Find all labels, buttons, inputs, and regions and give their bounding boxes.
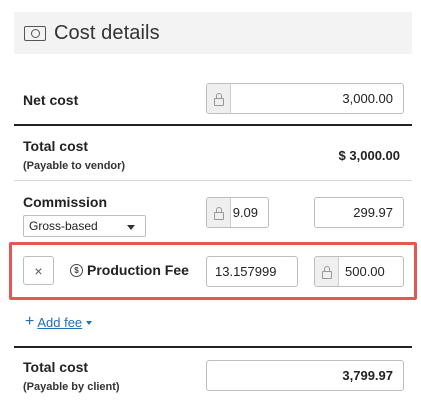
total-cost-client-value: 3,799.97: [342, 368, 393, 383]
close-icon: ×: [34, 262, 43, 279]
divider: [14, 180, 412, 181]
lock-addon: [207, 198, 231, 227]
lock-icon: [213, 93, 224, 106]
divider: [14, 346, 412, 348]
dollar-circle-icon: $: [70, 263, 83, 277]
panel-title: Cost details: [54, 21, 160, 44]
lock-addon: [315, 257, 339, 286]
cost-details-header: Cost details: [14, 12, 412, 54]
fee-amount-field[interactable]: 500.00: [314, 256, 404, 287]
commission-label: Commission: [23, 194, 108, 210]
caret-down-icon: [86, 321, 93, 325]
total-cost-client-label: Total cost: [23, 359, 89, 375]
total-cost-client-sublabel: (Payable by client): [23, 381, 120, 393]
plus-icon: +: [25, 313, 35, 330]
add-fee-label: Add fee: [37, 314, 83, 330]
lock-icon: [321, 266, 332, 279]
fee-name-label: Production Fee: [87, 262, 189, 278]
commission-amount-field[interactable]: 299.97: [314, 197, 404, 228]
total-cost-vendor-sublabel: (Payable to vendor): [23, 160, 126, 172]
commission-rate-field[interactable]: 9.09: [206, 197, 269, 228]
total-cost-client-field[interactable]: 3,799.97: [206, 360, 404, 391]
divider: [14, 124, 412, 126]
remove-fee-button[interactable]: ×: [23, 256, 54, 285]
lock-icon: [213, 207, 224, 220]
total-cost-client-labels: Total cost (Payable by client): [23, 359, 120, 393]
commission-rate-value: 9.09: [232, 205, 258, 220]
fee-name: $ Production Fee: [70, 262, 189, 278]
commission-type-select[interactable]: Gross-based: [23, 215, 146, 237]
cash-icon: [24, 25, 46, 41]
lock-addon: [207, 84, 231, 113]
net-cost-value: 3,000.00: [342, 91, 393, 106]
total-cost-vendor-label: Total cost: [23, 138, 89, 154]
fee-rate-value: 13.157999: [215, 264, 277, 279]
fee-rate-field[interactable]: 13.157999: [206, 256, 298, 287]
net-cost-label: Net cost: [23, 92, 79, 108]
add-fee-dropdown[interactable]: + Add fee: [25, 313, 93, 330]
fee-amount-value: 500.00: [345, 264, 385, 279]
chevron-down-icon: [127, 225, 135, 230]
commission-type-value: Gross-based: [29, 219, 98, 233]
total-cost-vendor-value: $ 3,000.00: [338, 148, 400, 163]
net-cost-field[interactable]: 3,000.00: [206, 83, 404, 114]
commission-amount-value: 299.97: [353, 205, 393, 220]
